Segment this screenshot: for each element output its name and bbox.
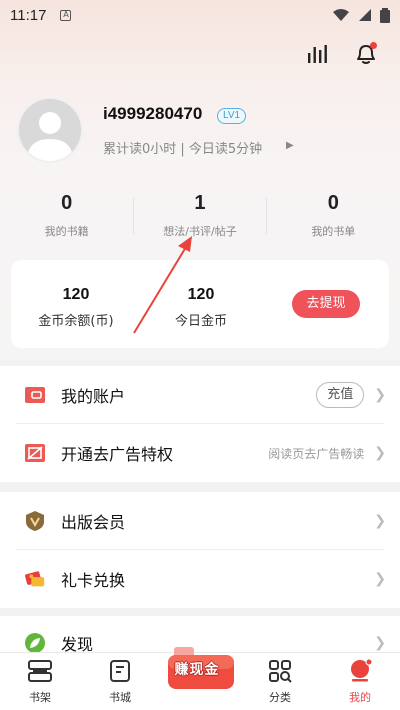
withdraw-button[interactable]: 去提现 <box>292 290 360 318</box>
menu-group-account: 我的账户 充值 ❯ 开通去广告特权 阅读页去广告畅读 ❯ <box>0 366 400 482</box>
stat-label: 我的书籍 <box>44 225 89 238</box>
menu-item-gift-card[interactable]: 礼卡兑换 ❯ <box>0 550 400 608</box>
stat-reviews[interactable]: 1 想法/书评/帖子 <box>133 190 267 245</box>
battery-icon <box>380 7 390 23</box>
recharge-button[interactable]: 充值 <box>316 382 365 408</box>
avatar[interactable] <box>17 97 83 163</box>
coin-balance[interactable]: 120 金币余额(币) <box>31 286 121 329</box>
menu-group-membership: 出版会员 ❯ 礼卡兑换 ❯ <box>0 492 400 608</box>
default-avatar-icon <box>19 99 81 161</box>
category-icon <box>267 659 293 683</box>
stat-value: 0 <box>61 192 73 214</box>
stat-value: 1 <box>194 192 206 214</box>
chevron-right-icon: ❯ <box>374 445 386 461</box>
menu-item-publishing-vip[interactable]: 出版会员 ❯ <box>0 492 400 550</box>
menu-hint: 阅读页去广告畅读 <box>268 446 365 461</box>
reading-time[interactable]: 累计读0小时 | 今日读5分钟 <box>103 138 262 157</box>
username: i4999280470 <box>103 104 203 123</box>
bookshelf-icon <box>27 659 53 683</box>
tab-category[interactable]: 分类 <box>240 653 320 710</box>
status-bar: 11:17 A <box>0 0 400 30</box>
stats-row: 0 我的书籍 1 想法/书评/帖子 0 我的书单 <box>0 190 400 245</box>
stat-label: 我的书单 <box>311 225 356 238</box>
bottom-tab-bar: 书架 书城 赚现金 分类 我的 <box>0 647 400 710</box>
stat-booklists[interactable]: 0 我的书单 <box>267 190 400 245</box>
menu-item-no-ads[interactable]: 开通去广告特权 阅读页去广告畅读 ❯ <box>0 424 400 482</box>
tab-earn-cash[interactable]: 赚现金 <box>160 647 240 710</box>
vip-shield-icon <box>24 510 46 532</box>
signal-icon <box>359 9 371 21</box>
stats-button[interactable] <box>301 38 333 70</box>
level-badge: LV1 <box>217 108 247 124</box>
stat-my-books[interactable]: 0 我的书籍 <box>0 190 133 245</box>
today-coins-label: 今日金币 <box>174 314 227 329</box>
notification-button[interactable] <box>350 38 382 70</box>
tab-label: 书城 <box>109 691 131 704</box>
tab-label: 我的 <box>349 691 371 704</box>
no-ads-icon <box>24 442 46 464</box>
coin-balance-value: 120 <box>62 286 90 303</box>
wallet-icon <box>24 384 46 406</box>
menu-label: 出版会员 <box>61 513 126 532</box>
bar-chart-icon <box>308 45 327 63</box>
chevron-right-icon: ❯ <box>374 387 386 403</box>
coin-card: 120 金币余额(币) 120 今日金币 去提现 <box>11 260 389 348</box>
menu-item-account[interactable]: 我的账户 充值 ❯ <box>0 366 400 424</box>
tab-label: 书架 <box>29 691 51 704</box>
tab-bookshelf[interactable]: 书架 <box>0 653 80 710</box>
leaf-icon <box>24 632 46 652</box>
menu-label: 开通去广告特权 <box>61 445 174 464</box>
menu-label: 礼卡兑换 <box>61 571 126 590</box>
tab-bookstore[interactable]: 书城 <box>80 653 160 710</box>
tab-label: 分类 <box>269 691 291 704</box>
chevron-right-icon: ❯ <box>374 635 386 651</box>
stat-value: 0 <box>327 192 339 214</box>
menu-label: 我的账户 <box>61 387 126 406</box>
today-coins[interactable]: 120 今日金币 <box>161 286 241 329</box>
today-coins-value: 120 <box>187 286 215 303</box>
gift-card-icon <box>24 568 46 590</box>
profile-icon <box>347 659 373 683</box>
chevron-right-icon: ❯ <box>374 513 386 529</box>
coin-balance-label: 金币余额(币) <box>38 314 114 329</box>
status-time: 11:17 <box>10 6 47 24</box>
divider <box>133 198 135 234</box>
wifi-icon <box>333 9 349 21</box>
chevron-right-icon: ❯ <box>374 571 386 587</box>
chevron-right-icon: ▶ <box>286 140 294 151</box>
bell-icon <box>357 42 377 64</box>
bookstore-icon <box>107 659 133 683</box>
stat-label: 想法/书评/帖子 <box>163 225 237 238</box>
menu-label: 发现 <box>61 635 94 652</box>
status-notification-icon: A <box>60 9 72 21</box>
tab-mine[interactable]: 我的 <box>320 653 400 710</box>
tab-label: 赚现金 <box>174 662 220 678</box>
